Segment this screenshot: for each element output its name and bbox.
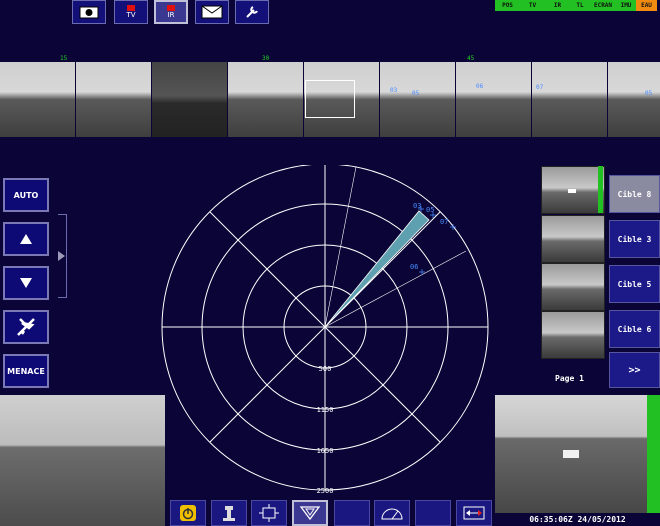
menace-label: MENACE <box>7 366 45 376</box>
panorama-target-label: 03 <box>390 87 398 94</box>
target-button[interactable]: Cible 8 <box>609 175 660 213</box>
pedestal-icon <box>223 506 235 521</box>
panorama-segment <box>228 62 303 137</box>
page-indicator: Page 1 <box>555 374 584 383</box>
clock-display: 06:35:06Z 24/05/2012 <box>495 513 660 526</box>
frame-icon <box>259 504 279 522</box>
ir-label: IR <box>167 11 175 19</box>
view-frame-box[interactable] <box>305 80 355 118</box>
status-indicator: IMU <box>616 0 636 11</box>
panorama-segment <box>456 62 531 137</box>
feed-status-bar <box>647 395 660 513</box>
wrench-icon <box>246 6 258 18</box>
target-label: Cible 5 <box>617 279 652 289</box>
aircraft-mode-button[interactable] <box>3 310 49 344</box>
radar-target-label: 06 <box>410 263 418 271</box>
auto-button[interactable]: AUTO <box>3 178 49 212</box>
power-icon <box>180 505 196 521</box>
vessel-icon <box>568 189 576 193</box>
bearing-label: 15 <box>60 55 68 62</box>
airplane-icon <box>17 318 35 336</box>
power-button[interactable] <box>170 500 206 526</box>
panorama-segment <box>76 62 151 137</box>
target-thumbnail[interactable] <box>541 263 605 311</box>
range-label: 1650 <box>317 447 334 455</box>
panorama-target-label: 07 <box>536 84 544 91</box>
status-indicator: EAU <box>636 0 657 11</box>
status-indicator: POS <box>495 0 520 11</box>
target-thumbnail[interactable] <box>541 215 605 263</box>
selection-indicator <box>598 166 603 213</box>
panorama-segment <box>0 62 75 137</box>
tilt-up-button[interactable] <box>3 222 49 256</box>
swap-view-button[interactable] <box>456 500 492 526</box>
target-label: Cible 6 <box>617 324 652 334</box>
arrow-up-icon <box>20 234 32 244</box>
blank-button[interactable] <box>334 500 370 526</box>
status-indicator: IR <box>545 0 570 11</box>
blank-button[interactable] <box>415 500 451 526</box>
status-indicator: ECRAN <box>590 0 616 11</box>
threat-button[interactable]: MENACE <box>3 354 49 388</box>
gauge-icon <box>381 508 403 520</box>
range-label: 500 <box>319 365 332 373</box>
panorama-segment <box>152 62 227 137</box>
bearing-label: 45 <box>467 55 475 62</box>
track-frame-button[interactable] <box>251 500 287 526</box>
tv-button[interactable]: TV <box>114 0 148 24</box>
radar-target-label: 07 <box>440 218 448 226</box>
auto-label: AUTO <box>13 190 39 200</box>
next-page-button[interactable]: >> <box>609 352 660 388</box>
fov-boundary-line <box>324 250 467 328</box>
pedestal-button[interactable] <box>211 500 247 526</box>
sector-icon <box>300 506 320 521</box>
mail-button[interactable] <box>195 0 229 24</box>
target-label: Cible 3 <box>617 234 652 244</box>
tv-label: TV <box>126 11 136 19</box>
tilt-down-button[interactable] <box>3 266 49 300</box>
panorama-segment <box>380 62 455 137</box>
target-thumbnail[interactable] <box>541 311 605 359</box>
target-button[interactable]: Cible 5 <box>609 265 660 303</box>
right-video-feed[interactable] <box>495 395 647 513</box>
target-label: Cible 8 <box>617 189 652 199</box>
status-indicator: TL <box>570 0 590 11</box>
bearing-label: 30 <box>262 55 270 62</box>
panorama-segment <box>608 62 660 137</box>
envelope-icon <box>201 5 223 19</box>
panorama-target-label: 05 <box>645 90 653 97</box>
status-indicator: TV <box>520 0 545 11</box>
panorama-target-label: 06 <box>476 83 484 90</box>
swap-arrows-icon <box>463 506 485 520</box>
arrow-down-icon <box>20 278 32 288</box>
sector-view-button[interactable] <box>292 500 328 526</box>
settings-button[interactable] <box>235 0 269 24</box>
target-button[interactable]: Cible 3 <box>609 220 660 258</box>
range-label: 1150 <box>317 406 334 414</box>
target-button[interactable]: Cible 6 <box>609 310 660 348</box>
target-thumbnail[interactable] <box>541 166 605 214</box>
range-label: 2500 <box>317 487 334 495</box>
panorama-segment <box>532 62 607 137</box>
gauge-button[interactable] <box>374 500 410 526</box>
target-cross-icon <box>419 269 425 275</box>
fov-boundary-line <box>324 166 357 328</box>
panorama-target-label: 05 <box>412 90 420 97</box>
ir-button[interactable]: IR <box>154 0 188 24</box>
left-video-feed[interactable] <box>0 395 165 526</box>
vessel-icon <box>563 450 579 458</box>
next-label: >> <box>628 364 641 376</box>
tilt-slider-handle-icon[interactable] <box>58 251 65 261</box>
radar-display[interactable]: 03 05 07 06 500 1150 1650 2500 <box>160 165 490 495</box>
camera-icon <box>79 6 99 19</box>
camera-button[interactable] <box>72 0 106 24</box>
